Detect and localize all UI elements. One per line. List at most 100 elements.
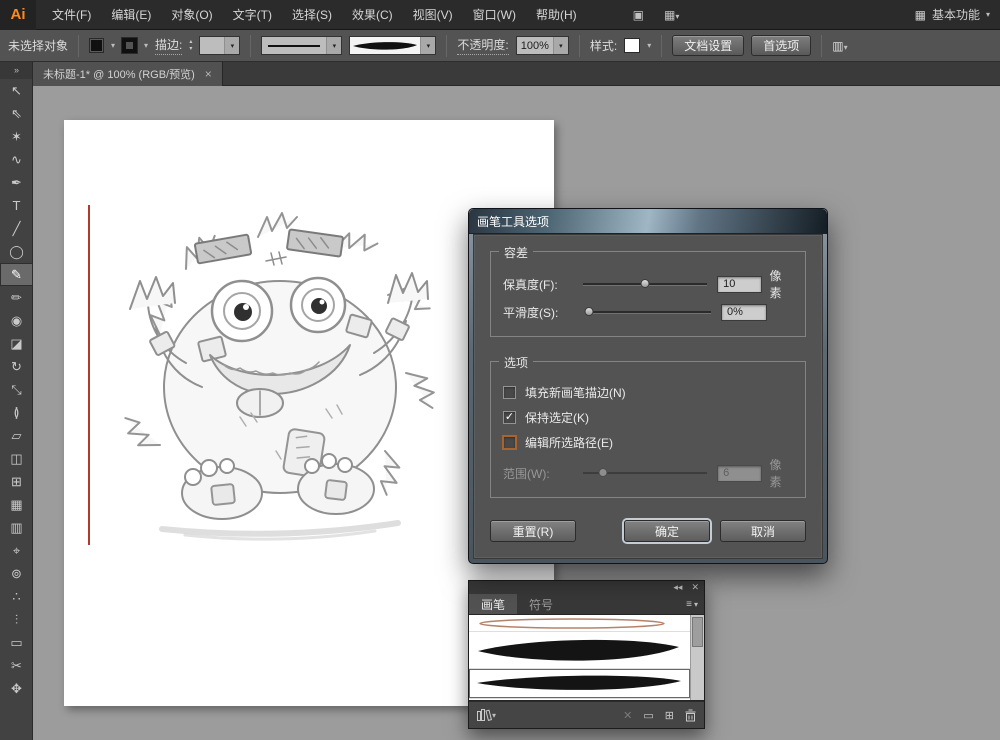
arrange-documents-icon[interactable]: ▦▾ [664, 8, 679, 22]
menu-item[interactable]: 对象(O) [161, 0, 222, 29]
magic-wand-tool[interactable]: ✶ [0, 125, 33, 148]
scale-tool[interactable]: ⤡ [0, 378, 33, 401]
checkbox[interactable] [503, 436, 516, 449]
slider-thumb[interactable] [640, 279, 650, 288]
chevron-down-icon[interactable]: ▾ [144, 41, 148, 50]
slice-tool[interactable]: ✂ [0, 654, 33, 677]
perspective-grid-tool[interactable]: ⊞ [0, 470, 33, 493]
stroke-color-swatch[interactable] [121, 37, 139, 54]
chevron-down-icon[interactable]: ▾ [326, 37, 342, 54]
style-swatch[interactable] [624, 38, 641, 53]
tool-glyph: ⤡ [11, 381, 22, 397]
free-transform-tool[interactable]: ▱ [0, 424, 33, 447]
direct-selection-tool[interactable]: ⇖ [0, 102, 33, 125]
reset-button[interactable]: 重置(R) [490, 520, 576, 542]
artboard-tool[interactable]: ▭ [0, 631, 33, 654]
brush-item-outline-ellipse[interactable] [469, 615, 690, 632]
lasso-tool[interactable]: ∿ [0, 148, 33, 171]
menu-item[interactable]: 选择(S) [282, 0, 342, 29]
checkbox-label: 保持选定(K) [525, 411, 589, 425]
gradient-tool[interactable]: ▥ [0, 516, 33, 539]
opacity-label[interactable]: 不透明度: [457, 36, 509, 55]
brush-definition-select[interactable]: ▾ [349, 36, 437, 55]
close-icon[interactable]: ✕ [691, 581, 699, 594]
eraser-tool[interactable]: ◪ [0, 332, 33, 355]
slider-thumb[interactable] [584, 307, 594, 316]
chevron-down-icon[interactable]: ▾ [647, 41, 651, 50]
menu-item[interactable]: 视图(V) [403, 0, 463, 29]
selection-tool[interactable]: ↖ [0, 79, 33, 102]
blob-brush-tool[interactable]: ◉ [0, 309, 33, 332]
paintbrush-tool[interactable]: ✎ [0, 263, 33, 286]
stroke-weight-label[interactable]: 描边: [155, 36, 183, 55]
fidelity-slider[interactable] [583, 278, 708, 290]
pencil-tool[interactable]: ✏ [0, 286, 33, 309]
type-tool[interactable]: T [0, 194, 33, 217]
delete-brush-icon[interactable] [685, 709, 696, 722]
mesh-tool[interactable]: ▦ [0, 493, 33, 516]
width-tool[interactable]: ≬ [0, 401, 33, 424]
new-brush-icon[interactable]: ⊞ [665, 709, 674, 722]
opacity-select[interactable]: 100% ▾ [515, 36, 569, 55]
chevron-down-icon[interactable]: ▾ [111, 41, 115, 50]
panel-menu-icon[interactable]: ≡ ▾ [686, 594, 704, 614]
scrollbar[interactable] [690, 615, 704, 700]
dialog-checkbox-row[interactable]: 填充新画笔描边(N) [503, 380, 793, 405]
panel-tab[interactable]: 符号 [517, 594, 565, 614]
smoothness-value-field[interactable]: 0% [721, 303, 767, 321]
checkbox[interactable]: ✓ [503, 411, 516, 424]
menu-item[interactable]: 窗口(W) [463, 0, 526, 29]
menu-item[interactable]: 编辑(E) [101, 0, 161, 29]
shape-builder-tool[interactable]: ◫ [0, 447, 33, 470]
ok-button[interactable]: 确定 [624, 520, 710, 542]
menu-item[interactable]: 文字(T) [223, 0, 282, 29]
eyedropper-tool[interactable]: ⌖ [0, 539, 33, 562]
remove-brush-stroke-icon[interactable]: ✕ [623, 709, 632, 722]
brush-stroke-options-icon[interactable]: ▭ [643, 709, 653, 722]
cancel-button[interactable]: 取消 [720, 520, 806, 542]
brush-item-charcoal-wide[interactable] [469, 632, 690, 669]
brush-item-charcoal-thin[interactable] [469, 669, 690, 699]
stepper-down-icon[interactable]: ▾ [189, 46, 192, 53]
chevron-down-icon[interactable]: ▾ [552, 37, 568, 54]
stepper-up-icon[interactable]: ▴ [189, 39, 192, 46]
go-to-bridge-icon[interactable]: ▣ [633, 8, 644, 22]
dialog-checkbox-row[interactable]: ✓ 保持选定(K) [503, 405, 793, 430]
dialog-checkbox-row[interactable]: 编辑所选路径(E) [503, 430, 793, 455]
brush-libraries-icon[interactable]: ▾ [477, 709, 496, 721]
line-segment-tool[interactable]: ╱ [0, 217, 33, 240]
menu-item[interactable]: 效果(C) [342, 0, 403, 29]
checkbox[interactable] [503, 386, 516, 399]
pen-tool[interactable]: ✒ [0, 171, 33, 194]
menu-item[interactable]: 文件(F) [42, 0, 101, 29]
document-setup-button[interactable]: 文档设置 [672, 35, 745, 56]
blend-tool[interactable]: ⊚ [0, 562, 33, 585]
chevron-down-icon[interactable]: ▾ [224, 37, 240, 54]
hand-tool[interactable]: ✥ [0, 677, 33, 700]
toolbar-collapse-icon[interactable]: » [0, 62, 32, 79]
smoothness-slider[interactable] [584, 306, 711, 318]
width-profile-select[interactable]: ▾ [261, 36, 343, 55]
menu-item[interactable]: 帮助(H) [526, 0, 587, 29]
ellipse-tool[interactable]: ◯ [0, 240, 33, 263]
workspace-switcher[interactable]: ▦ 基本功能 ▾ [915, 6, 1000, 23]
separator [78, 34, 80, 57]
illustrator-logo-icon[interactable]: Ai [0, 0, 36, 30]
control-panel-menu-icon[interactable]: ▥▾ [832, 39, 847, 53]
fidelity-value-field[interactable]: 10 [717, 275, 763, 293]
stroke-weight-select[interactable]: ▾ [199, 36, 241, 55]
fill-color-swatch[interactable] [89, 38, 105, 53]
panel-tab[interactable]: 画笔 [469, 594, 518, 614]
symbol-sprayer-tool[interactable]: ∴ [0, 585, 33, 608]
preferences-button[interactable]: 首选项 [751, 35, 812, 56]
dialog-title-bar[interactable]: 画笔工具选项 [469, 209, 827, 234]
stroke-weight-stepper[interactable]: ▴ ▾ [189, 39, 192, 53]
collapse-panel-icon[interactable]: ◂◂ [673, 581, 682, 594]
chevron-down-icon[interactable]: ▾ [420, 37, 436, 54]
scrollbar-thumb[interactable] [692, 617, 703, 647]
column-graph-tool[interactable]: ⫶ [0, 608, 33, 631]
menubar-icons: ▣ ▦▾ [633, 8, 680, 22]
close-icon[interactable]: × [205, 67, 212, 81]
document-tab[interactable]: 未标题-1* @ 100% (RGB/预览) × [33, 62, 223, 86]
rotate-tool[interactable]: ↻ [0, 355, 33, 378]
